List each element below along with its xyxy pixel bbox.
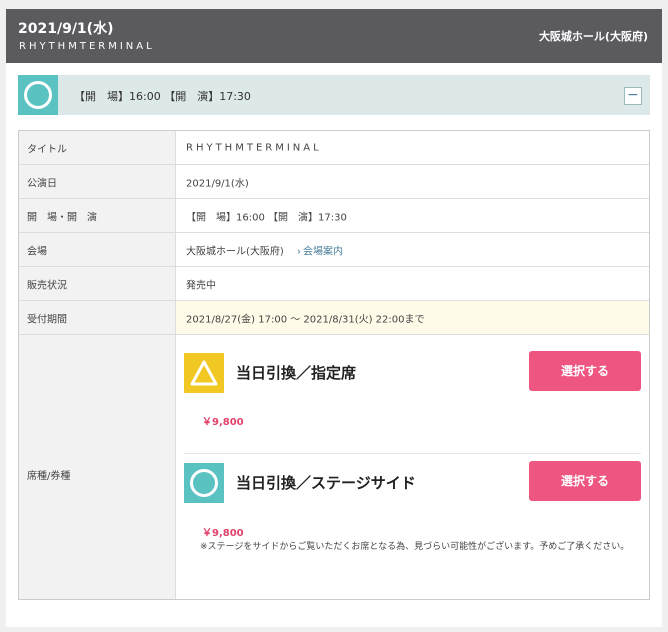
detail-row-period: 受付期間 2021/8/27(金) 17:00 〜 2021/8/31(火) 2…: [19, 301, 649, 335]
ticket-name: 当日引換／指定席: [236, 364, 357, 382]
performance-times: 【開 場】16:00 【開 演】17:30: [74, 90, 251, 103]
header-date: 2021/9/1(水): [18, 21, 114, 37]
event-panel: 2021/9/1(水) RHYTHMTERMINAL 大阪城ホール(大阪府) 【…: [6, 9, 662, 627]
ticket-price: ￥9,800: [202, 528, 244, 539]
ticket-name: 当日引換／ステージサイド: [236, 474, 416, 492]
venue-label: 会場: [27, 246, 47, 257]
detail-row-date: 公演日 2021/9/1(水): [19, 165, 649, 199]
date-value: 2021/9/1(水): [186, 178, 249, 189]
ticket-price: ￥9,800: [202, 417, 244, 428]
time-value: 【開 場】16:00 【開 演】17:30: [186, 212, 347, 223]
triangle-mark-icon: [184, 353, 224, 393]
ticket-divider: [184, 453, 641, 454]
select-ticket-button[interactable]: 選択する: [529, 351, 641, 391]
detail-row-seats: 席種/券種 当日引換／指定席 選択する ￥9,800 当日引換／ステージサイド …: [19, 335, 649, 599]
collapse-toggle-button[interactable]: −: [624, 87, 642, 105]
status-value: 発売中: [186, 280, 216, 291]
performance-bar[interactable]: 【開 場】16:00 【開 演】17:30 −: [18, 75, 650, 115]
title-value: RHYTHMTERMINAL: [186, 142, 322, 153]
circle-mark-icon: [184, 463, 224, 503]
select-ticket-button[interactable]: 選択する: [529, 461, 641, 501]
circle-mark-icon: [18, 75, 58, 115]
venue-info-link[interactable]: › 会場案内: [297, 246, 343, 257]
header-artist: RHYTHMTERMINAL: [19, 41, 155, 52]
seats-label: 席種/券種: [27, 471, 71, 482]
ticket-list: 当日引換／指定席 選択する ￥9,800 当日引換／ステージサイド 選択する ￥…: [176, 335, 649, 599]
detail-row-title: タイトル RHYTHMTERMINAL: [19, 131, 649, 165]
detail-row-status: 販売状況 発売中: [19, 267, 649, 301]
ticket-note: ※ステージをサイドからご覧いただくお席となる為、見づらい可能性がございます。予め…: [200, 542, 630, 552]
detail-row-venue: 会場 大阪城ホール(大阪府) › 会場案内: [19, 233, 649, 267]
venue-value: 大阪城ホール(大阪府): [186, 246, 284, 257]
header-venue: 大阪城ホール(大阪府): [538, 30, 648, 43]
date-label: 公演日: [27, 178, 57, 189]
period-label: 受付期間: [27, 314, 67, 325]
event-header: 2021/9/1(水) RHYTHMTERMINAL 大阪城ホール(大阪府): [6, 9, 662, 63]
title-label: タイトル: [27, 144, 67, 155]
status-label: 販売状況: [27, 280, 67, 291]
chevron-right-icon: ›: [297, 246, 301, 257]
detail-table: タイトル RHYTHMTERMINAL 公演日 2021/9/1(水) 開 場・…: [18, 130, 650, 600]
period-value: 2021/8/27(金) 17:00 〜 2021/8/31(火) 22:00ま…: [186, 314, 425, 325]
time-label: 開 場・開 演: [27, 212, 97, 223]
detail-row-time: 開 場・開 演 【開 場】16:00 【開 演】17:30: [19, 199, 649, 233]
